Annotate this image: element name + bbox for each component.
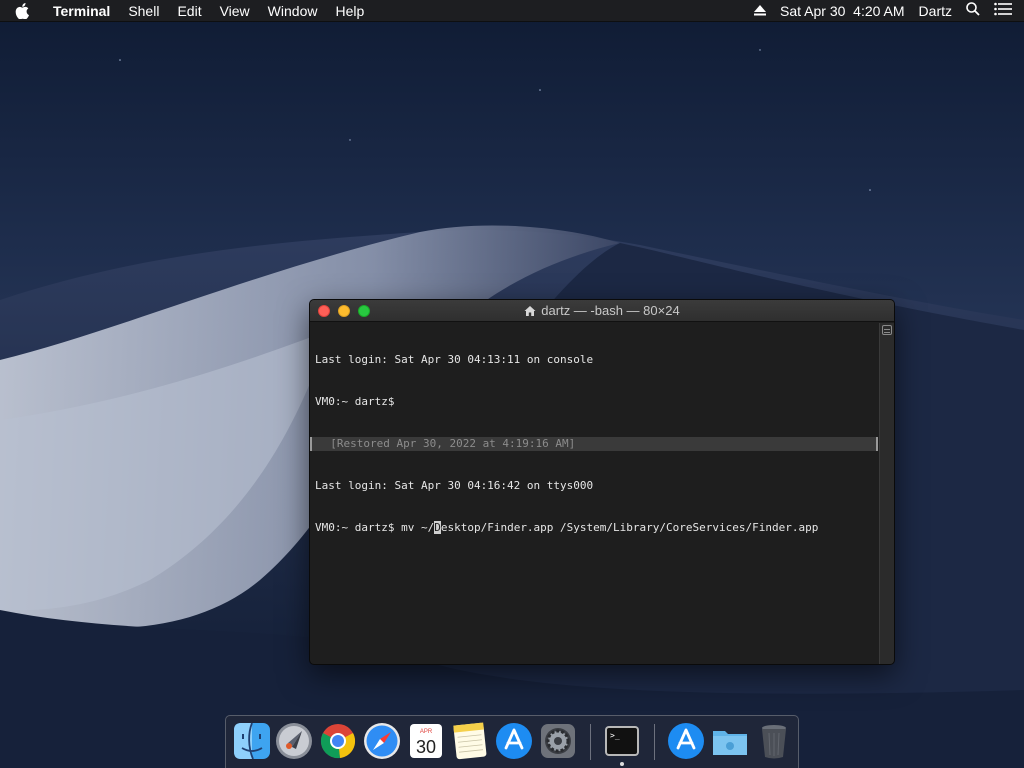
- home-folder-icon: [524, 305, 536, 317]
- split-pane-icon[interactable]: [882, 325, 892, 335]
- running-indicator: [620, 762, 624, 766]
- window-titlebar[interactable]: dartz — -bash — 80×24: [310, 300, 894, 322]
- command-line[interactable]: VM0:~ dartz$ mv ~/Desktop/Finder.app /Sy…: [315, 521, 874, 535]
- text-cursor: D: [434, 521, 441, 534]
- dock-separator: [654, 724, 655, 760]
- dock-calendar-icon[interactable]: APR 30: [406, 721, 446, 761]
- dock-notes-icon[interactable]: [450, 721, 490, 761]
- terminal-line: Last login: Sat Apr 30 04:16:42 on ttys0…: [315, 479, 594, 492]
- dock-chrome-icon[interactable]: [318, 721, 358, 761]
- terminal-line: Last login: Sat Apr 30 04:13:11 on conso…: [315, 353, 594, 366]
- command-text-before-cursor: VM0:~ dartz$ mv ~/: [315, 521, 435, 534]
- terminal-content[interactable]: Last login: Sat Apr 30 04:13:11 on conso…: [310, 323, 879, 664]
- svg-text:>_: >_: [610, 731, 620, 740]
- dock-folder-icon[interactable]: [710, 721, 750, 761]
- dock-launchpad-icon[interactable]: [274, 721, 314, 761]
- dock: APR 30 >_: [225, 715, 799, 768]
- command-text-after-cursor: esktop/Finder.app /System/Library/CoreSe…: [440, 521, 819, 534]
- menu-shell[interactable]: Shell: [119, 0, 168, 22]
- menu-edit[interactable]: Edit: [168, 0, 210, 22]
- dock-safari-icon[interactable]: [362, 721, 402, 761]
- menu-bar: Terminal Shell Edit View Window Help Sat…: [0, 0, 1024, 22]
- terminal-line: VM0:~ dartz$: [315, 395, 395, 408]
- menu-window[interactable]: Window: [259, 0, 327, 22]
- dock-separator: [590, 724, 591, 760]
- notification-center-icon[interactable]: [994, 2, 1012, 19]
- window-title-text: dartz — -bash — 80×24: [541, 303, 680, 318]
- dock-finder-icon[interactable]: [232, 721, 272, 761]
- dock-system-preferences-icon[interactable]: [538, 721, 578, 761]
- dock-app-store-icon[interactable]: [494, 721, 534, 761]
- restored-session-banner: [Restored Apr 30, 2022 at 4:19:16 AM]: [310, 437, 878, 451]
- app-menu-terminal[interactable]: Terminal: [44, 0, 119, 22]
- terminal-scrollbar[interactable]: [879, 323, 894, 664]
- calendar-month: APR: [420, 729, 433, 735]
- terminal-window[interactable]: dartz — -bash — 80×24 Last login: Sat Ap…: [309, 299, 895, 665]
- menu-user[interactable]: Dartz: [919, 3, 952, 19]
- spotlight-search-icon[interactable]: [966, 2, 980, 19]
- dock-trash-icon[interactable]: [754, 721, 794, 761]
- apple-menu-icon[interactable]: [0, 0, 44, 22]
- menu-help[interactable]: Help: [326, 0, 373, 22]
- menu-clock[interactable]: Sat Apr 30 4:20 AM: [780, 3, 905, 19]
- dock-app-store-stack-icon[interactable]: [666, 721, 706, 761]
- dock-terminal-icon[interactable]: >_: [602, 721, 642, 761]
- eject-icon[interactable]: [754, 3, 767, 19]
- window-title: dartz — -bash — 80×24: [310, 300, 894, 322]
- menu-view[interactable]: View: [211, 0, 259, 22]
- calendar-day: 30: [416, 737, 436, 757]
